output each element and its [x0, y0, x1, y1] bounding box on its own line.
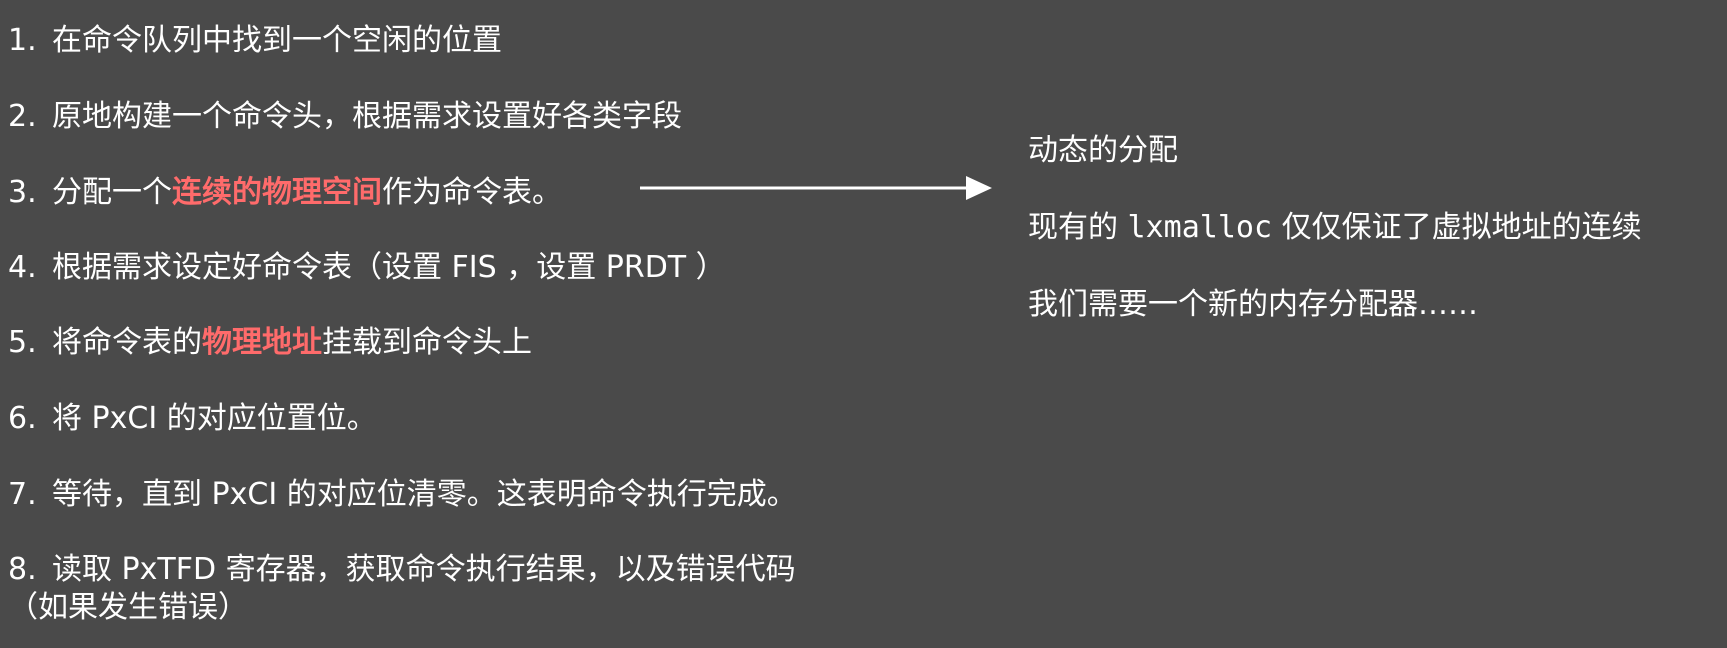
step-number: 7. [8, 477, 37, 512]
step-7: 7. 等待，直到 PxCI 的对应位清零。这表明命令执行完成。 [8, 476, 797, 514]
note-dynamic-allocation: 动态的分配 [1028, 133, 1178, 168]
step-number: 6. [8, 401, 37, 436]
step-text-pre: 分配一个 [52, 175, 172, 210]
step-highlight: 物理地址 [202, 325, 322, 360]
note-text-pre: 现有的 [1028, 210, 1128, 245]
step-text: 等待，直到 PxCI 的对应位清零。这表明命令执行完成。 [52, 477, 797, 512]
note-lxmalloc: 现有的 lxmalloc 仅仅保证了虚拟地址的连续 [1028, 209, 1642, 247]
step-text: 将 PxCI 的对应位置位。 [52, 401, 377, 436]
step-text: 在命令队列中找到一个空闲的位置 [52, 23, 502, 58]
step-2: 2. 原地构建一个命令头，根据需求设置好各类字段 [8, 98, 682, 136]
step-text-pre: 将命令表的 [52, 325, 202, 360]
step-text-post: 作为命令表。 [382, 175, 562, 210]
step-4: 4. 根据需求设定好命令表（设置 FIS ，设置 PRDT ） [8, 249, 726, 287]
step-number: 8. [8, 552, 37, 587]
step-1: 1. 在命令队列中找到一个空闲的位置 [8, 22, 502, 60]
arrow-icon [640, 176, 992, 200]
step-8: 8. 读取 PxTFD 寄存器，获取命令执行结果，以及错误代码 [8, 551, 796, 589]
step-number: 1. [8, 23, 37, 58]
step-5: 5. 将命令表的物理地址挂载到命令头上 [8, 324, 532, 362]
step-3: 3. 分配一个连续的物理空间作为命令表。 [8, 174, 562, 212]
step-8-continuation: （如果发生错误） [8, 590, 248, 625]
step-number: 2. [8, 99, 37, 134]
step-6: 6. 将 PxCI 的对应位置位。 [8, 400, 377, 438]
step-number: 4. [8, 250, 37, 285]
step-text-post: 挂载到命令头上 [322, 325, 532, 360]
step-number: 5. [8, 325, 37, 360]
note-new-allocator: 我们需要一个新的内存分配器…… [1028, 287, 1478, 322]
step-text: 原地构建一个命令头，根据需求设置好各类字段 [52, 99, 682, 134]
note-text-post: 仅仅保证了虚拟地址的连续 [1272, 210, 1642, 245]
step-highlight: 连续的物理空间 [172, 175, 382, 210]
code-lxmalloc: lxmalloc [1127, 210, 1273, 245]
step-text: 根据需求设定好命令表（设置 FIS ，设置 PRDT ） [52, 250, 726, 285]
step-text: 读取 PxTFD 寄存器，获取命令执行结果，以及错误代码 [52, 552, 796, 587]
step-number: 3. [8, 175, 37, 210]
